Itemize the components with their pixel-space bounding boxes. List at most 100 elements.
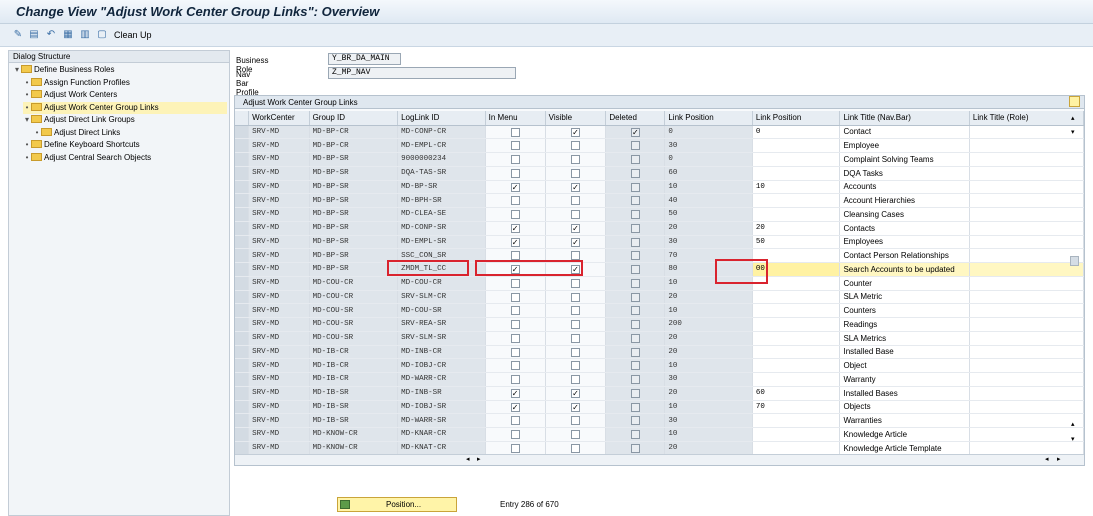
- link-title-role-input[interactable]: [969, 290, 1085, 305]
- link-position-input[interactable]: [752, 317, 841, 332]
- visible-checkbox[interactable]: ✓: [571, 402, 580, 412]
- link-position-input[interactable]: [752, 290, 841, 305]
- bullet-icon[interactable]: •: [23, 152, 31, 164]
- link-position-input[interactable]: [752, 358, 841, 373]
- link-title-navbar-input[interactable]: Warranties: [839, 413, 970, 428]
- business-role-field[interactable]: Y_BR_DA_MAIN: [328, 53, 401, 65]
- visible-checkbox[interactable]: [571, 306, 580, 316]
- visible-checkbox[interactable]: [571, 141, 580, 151]
- link-position-input[interactable]: [752, 345, 841, 360]
- link-position-input[interactable]: [752, 441, 841, 456]
- in-menu-checkbox[interactable]: ✓: [510, 182, 520, 192]
- link-position-input[interactable]: [752, 331, 841, 346]
- in-menu-checkbox[interactable]: [510, 251, 520, 261]
- bullet-icon[interactable]: •: [23, 89, 31, 101]
- link-title-navbar-input[interactable]: Cleansing Cases: [839, 207, 970, 222]
- row-selector[interactable]: [235, 345, 250, 360]
- deleted-checkbox[interactable]: [630, 196, 640, 206]
- link-title-navbar-input[interactable]: Account Hierarchies: [839, 193, 970, 208]
- bullet-icon[interactable]: •: [23, 102, 31, 114]
- deleted-checkbox[interactable]: [630, 375, 640, 385]
- visible-checkbox[interactable]: ✓: [571, 223, 580, 233]
- row-selector[interactable]: [235, 331, 250, 346]
- in-menu-checkbox[interactable]: [510, 155, 520, 165]
- deleted-checkbox[interactable]: [630, 361, 640, 371]
- link-title-role-input[interactable]: [969, 138, 1085, 153]
- row-selector[interactable]: [235, 386, 250, 401]
- visible-checkbox[interactable]: ✓: [571, 388, 580, 398]
- vertical-scrollbar[interactable]: ▴ ▾ ▴ ▾: [1069, 96, 1081, 456]
- column-header[interactable]: Link Position: [752, 111, 841, 126]
- row-selector[interactable]: [235, 193, 250, 208]
- link-title-navbar-input[interactable]: Accounts: [839, 180, 970, 195]
- scroll-right-icon[interactable]: ▸: [477, 455, 481, 463]
- visible-checkbox[interactable]: [571, 320, 580, 330]
- bullet-icon[interactable]: •: [33, 127, 41, 139]
- link-position-input[interactable]: [752, 427, 841, 442]
- deleted-checkbox[interactable]: [630, 333, 640, 343]
- visible-checkbox[interactable]: [571, 347, 580, 357]
- link-position-input[interactable]: [752, 166, 841, 181]
- visible-checkbox[interactable]: [571, 333, 580, 343]
- visible-checkbox[interactable]: [571, 196, 580, 206]
- scroll-down-icon[interactable]: ▾: [1071, 128, 1075, 136]
- in-menu-checkbox[interactable]: [510, 306, 520, 316]
- tree-item[interactable]: • Adjust Work Centers: [23, 89, 227, 101]
- in-menu-checkbox[interactable]: ✓: [510, 223, 520, 233]
- row-selector[interactable]: [235, 138, 250, 153]
- visible-checkbox[interactable]: ✓: [571, 127, 580, 137]
- deleted-checkbox[interactable]: [630, 320, 640, 330]
- deleted-checkbox[interactable]: [630, 306, 640, 316]
- link-title-navbar-input[interactable]: Readings: [839, 317, 970, 332]
- column-header[interactable]: LogLink ID: [397, 111, 486, 126]
- link-title-role-input[interactable]: [969, 221, 1085, 236]
- in-menu-checkbox[interactable]: [510, 333, 520, 343]
- deleted-checkbox[interactable]: [630, 278, 640, 288]
- column-config-icon[interactable]: [1069, 96, 1080, 107]
- link-title-navbar-input[interactable]: Contact: [839, 125, 970, 140]
- link-position-input[interactable]: 50: [752, 235, 841, 250]
- link-title-role-input[interactable]: [969, 317, 1085, 332]
- link-title-navbar-input[interactable]: Warranty: [839, 372, 970, 387]
- link-title-navbar-input[interactable]: Object: [839, 358, 970, 373]
- row-selector[interactable]: [235, 317, 250, 332]
- link-position-input[interactable]: [752, 193, 841, 208]
- visible-checkbox[interactable]: [571, 443, 580, 453]
- link-title-role-input[interactable]: [969, 262, 1085, 277]
- link-title-role-input[interactable]: [969, 276, 1085, 291]
- row-selector[interactable]: [235, 303, 250, 318]
- column-header[interactable]: Link Title (Nav.Bar): [839, 111, 970, 126]
- row-selector[interactable]: [235, 166, 250, 181]
- link-title-role-input[interactable]: [969, 386, 1085, 401]
- in-menu-checkbox[interactable]: [510, 292, 520, 302]
- in-menu-checkbox[interactable]: [510, 168, 520, 178]
- tree-item[interactable]: ▾ Define Business Roles: [13, 64, 227, 76]
- select-column-header[interactable]: [235, 111, 250, 126]
- display-change-icon[interactable]: ✎: [12, 29, 24, 40]
- link-title-role-input[interactable]: [969, 180, 1085, 195]
- row-selector[interactable]: [235, 180, 250, 195]
- link-position-input[interactable]: [752, 138, 841, 153]
- visible-checkbox[interactable]: [571, 210, 580, 220]
- link-title-role-input[interactable]: [969, 400, 1085, 415]
- link-title-role-input[interactable]: [969, 125, 1085, 140]
- scroll-down-icon-bottom[interactable]: ▾: [1071, 435, 1075, 443]
- link-position-input[interactable]: [752, 372, 841, 387]
- deleted-checkbox[interactable]: [630, 416, 640, 426]
- link-title-navbar-input[interactable]: Contacts: [839, 221, 970, 236]
- row-selector[interactable]: [235, 290, 250, 305]
- deleted-checkbox[interactable]: [630, 182, 640, 192]
- link-title-role-input[interactable]: [969, 166, 1085, 181]
- in-menu-checkbox[interactable]: [510, 347, 520, 357]
- in-menu-checkbox[interactable]: [510, 278, 520, 288]
- scroll-thumb[interactable]: [1070, 256, 1079, 266]
- deleted-checkbox[interactable]: [630, 292, 640, 302]
- deleted-checkbox[interactable]: ✓: [630, 127, 640, 137]
- link-title-role-input[interactable]: [969, 303, 1085, 318]
- row-selector[interactable]: [235, 221, 250, 236]
- position-button[interactable]: Position...: [337, 497, 457, 512]
- tree-item[interactable]: • Adjust Central Search Objects: [23, 152, 227, 164]
- deleted-checkbox[interactable]: [630, 155, 640, 165]
- visible-checkbox[interactable]: [571, 168, 580, 178]
- column-header[interactable]: Visible: [545, 111, 607, 126]
